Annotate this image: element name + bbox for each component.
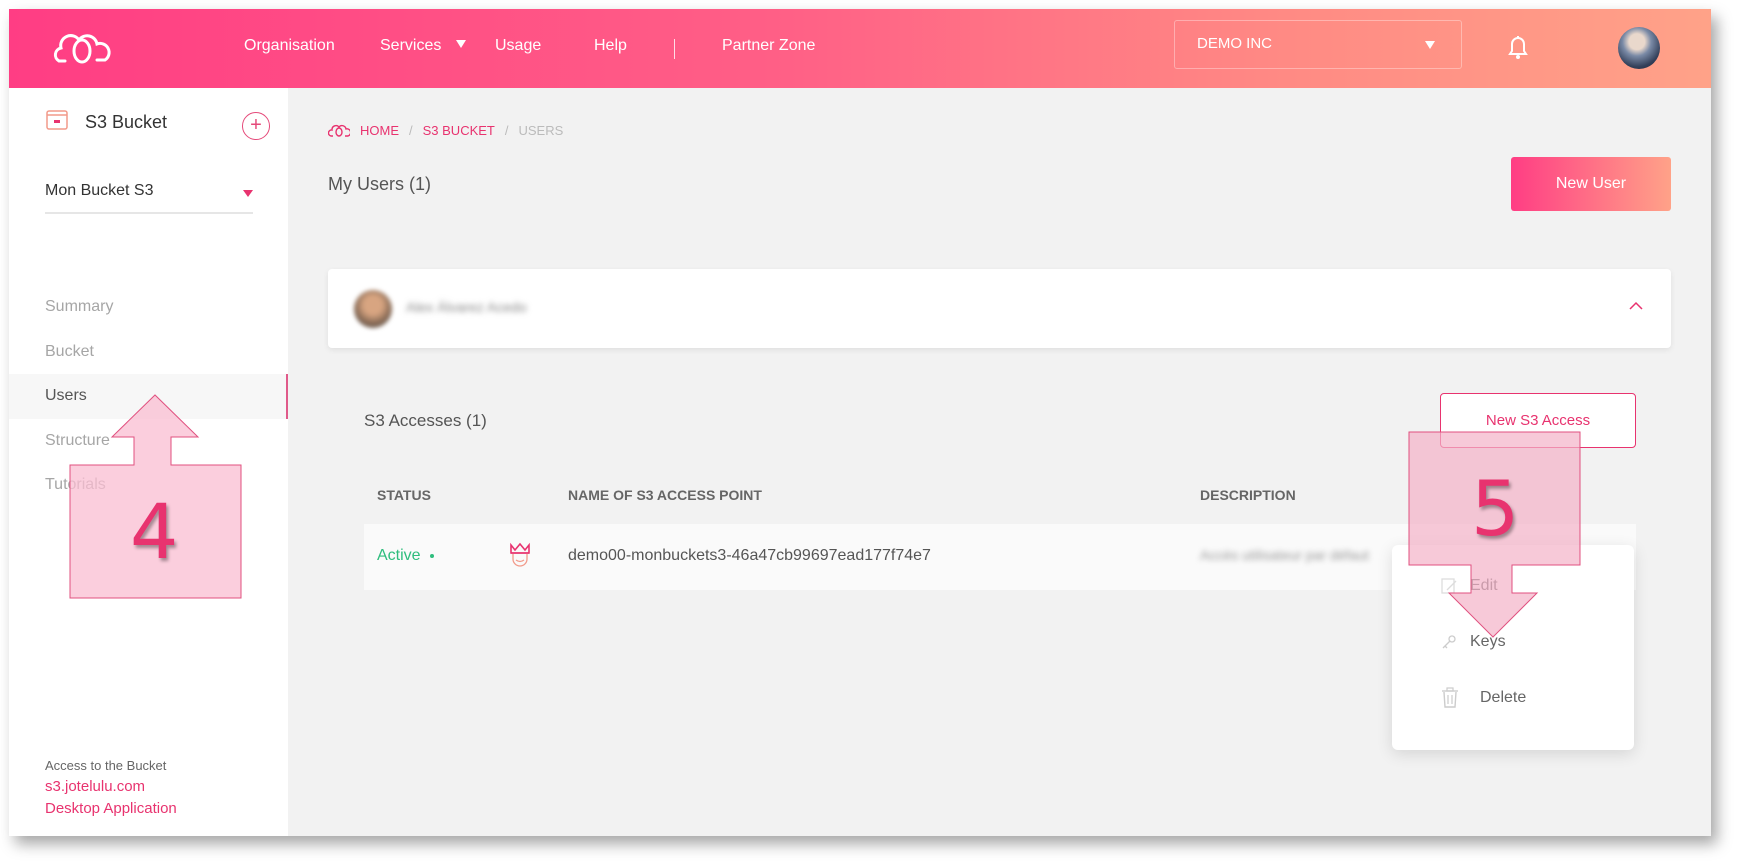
breadcrumb-home[interactable]: HOME <box>360 123 399 138</box>
s3-accesses-title: S3 Accesses (1) <box>364 411 487 430</box>
menu-item-delete[interactable]: Delete <box>1440 687 1526 709</box>
access-point-description: Accès utilisateur par défaut <box>1200 547 1369 563</box>
status-badge: Active <box>377 547 434 565</box>
column-header-status: STATUS <box>377 487 431 503</box>
sidebar-item-users[interactable]: Users <box>9 374 288 419</box>
organisation-select[interactable]: DEMO INC <box>1174 20 1462 69</box>
new-s3-access-button[interactable]: New S3 Access <box>1440 393 1636 448</box>
sidebar-item-summary[interactable]: Summary <box>9 285 288 330</box>
app-window: Organisation Services Usage Help Partner… <box>9 9 1711 836</box>
status-dot <box>429 553 434 558</box>
nav-usage[interactable]: Usage <box>495 37 541 55</box>
nav-services[interactable]: Services <box>380 37 441 55</box>
top-bar: Organisation Services Usage Help Partner… <box>9 9 1711 88</box>
menu-item-edit[interactable]: Edit <box>1440 577 1498 595</box>
sidebar-footer: Access to the Bucket s3.jotelulu.com Des… <box>45 758 177 820</box>
crown-avatar-icon <box>510 542 530 567</box>
menu-item-label: Edit <box>1470 577 1498 594</box>
services-caret-icon[interactable] <box>456 40 466 48</box>
annotation-number-5: 5 <box>1471 464 1520 553</box>
sidebar-menu: Summary Bucket Users Structure Tutorials <box>9 285 288 508</box>
chevron-down-icon <box>1425 41 1435 49</box>
nav-help[interactable]: Help <box>594 37 627 55</box>
user-avatar[interactable] <box>1618 27 1660 69</box>
breadcrumb-separator: / <box>504 123 509 138</box>
nav-divider <box>674 39 675 59</box>
bucket-icon <box>46 110 68 130</box>
bucket-select-value: Mon Bucket S3 <box>45 182 154 199</box>
access-label: Access to the Bucket <box>45 758 167 773</box>
menu-item-keys[interactable]: Keys <box>1440 633 1506 651</box>
menu-item-label: Delete <box>1480 689 1527 706</box>
page-title: My Users (1) <box>328 174 431 194</box>
breadcrumb-users: USERS <box>518 123 564 138</box>
annotation-number-4: 4 <box>130 487 179 576</box>
s3-web-link[interactable]: s3.jotelulu.com <box>45 776 177 798</box>
column-header-name: NAME OF S3 ACCESS POINT <box>568 487 762 503</box>
menu-item-label: Keys <box>1470 633 1506 650</box>
user-card-name: Alex Álvarez Acedo <box>406 299 527 315</box>
key-icon <box>1442 635 1456 649</box>
column-header-description: DESCRIPTION <box>1200 487 1296 503</box>
user-card-avatar <box>354 290 392 328</box>
sidebar: S3 Bucket + Mon Bucket S3 Summary Bucket… <box>9 88 288 836</box>
new-user-button[interactable]: New User <box>1511 157 1671 211</box>
sidebar-title: S3 Bucket <box>85 112 168 132</box>
row-actions-menu: Edit Keys Delete <box>1392 545 1634 750</box>
chevron-down-icon <box>243 190 253 197</box>
breadcrumb: HOME / S3 BUCKET / USERS <box>328 123 563 138</box>
desktop-app-link[interactable]: Desktop Application <box>45 798 177 820</box>
access-point-name: demo00-monbuckets3-46a47cb99697ead177f74… <box>568 547 931 564</box>
cloud-logo-icon[interactable] <box>51 31 113 67</box>
user-card[interactable]: Alex Álvarez Acedo <box>328 269 1671 348</box>
bell-icon[interactable] <box>1507 35 1529 61</box>
chevron-up-icon[interactable] <box>1629 299 1643 313</box>
cloud-home-icon[interactable] <box>328 124 350 138</box>
breadcrumb-s3-bucket[interactable]: S3 BUCKET <box>423 123 495 138</box>
nav-organisation[interactable]: Organisation <box>244 37 335 55</box>
bucket-select[interactable]: Mon Bucket S3 <box>45 168 253 214</box>
status-text: Active <box>377 547 421 564</box>
trash-icon <box>1442 687 1458 708</box>
nav-partner-zone[interactable]: Partner Zone <box>722 37 815 55</box>
breadcrumb-separator: / <box>409 123 413 138</box>
sidebar-item-bucket[interactable]: Bucket <box>9 330 288 375</box>
organisation-select-value: DEMO INC <box>1197 35 1272 52</box>
add-bucket-button[interactable]: + <box>242 112 270 140</box>
edit-icon <box>1441 578 1457 594</box>
sidebar-item-structure[interactable]: Structure <box>9 419 288 464</box>
